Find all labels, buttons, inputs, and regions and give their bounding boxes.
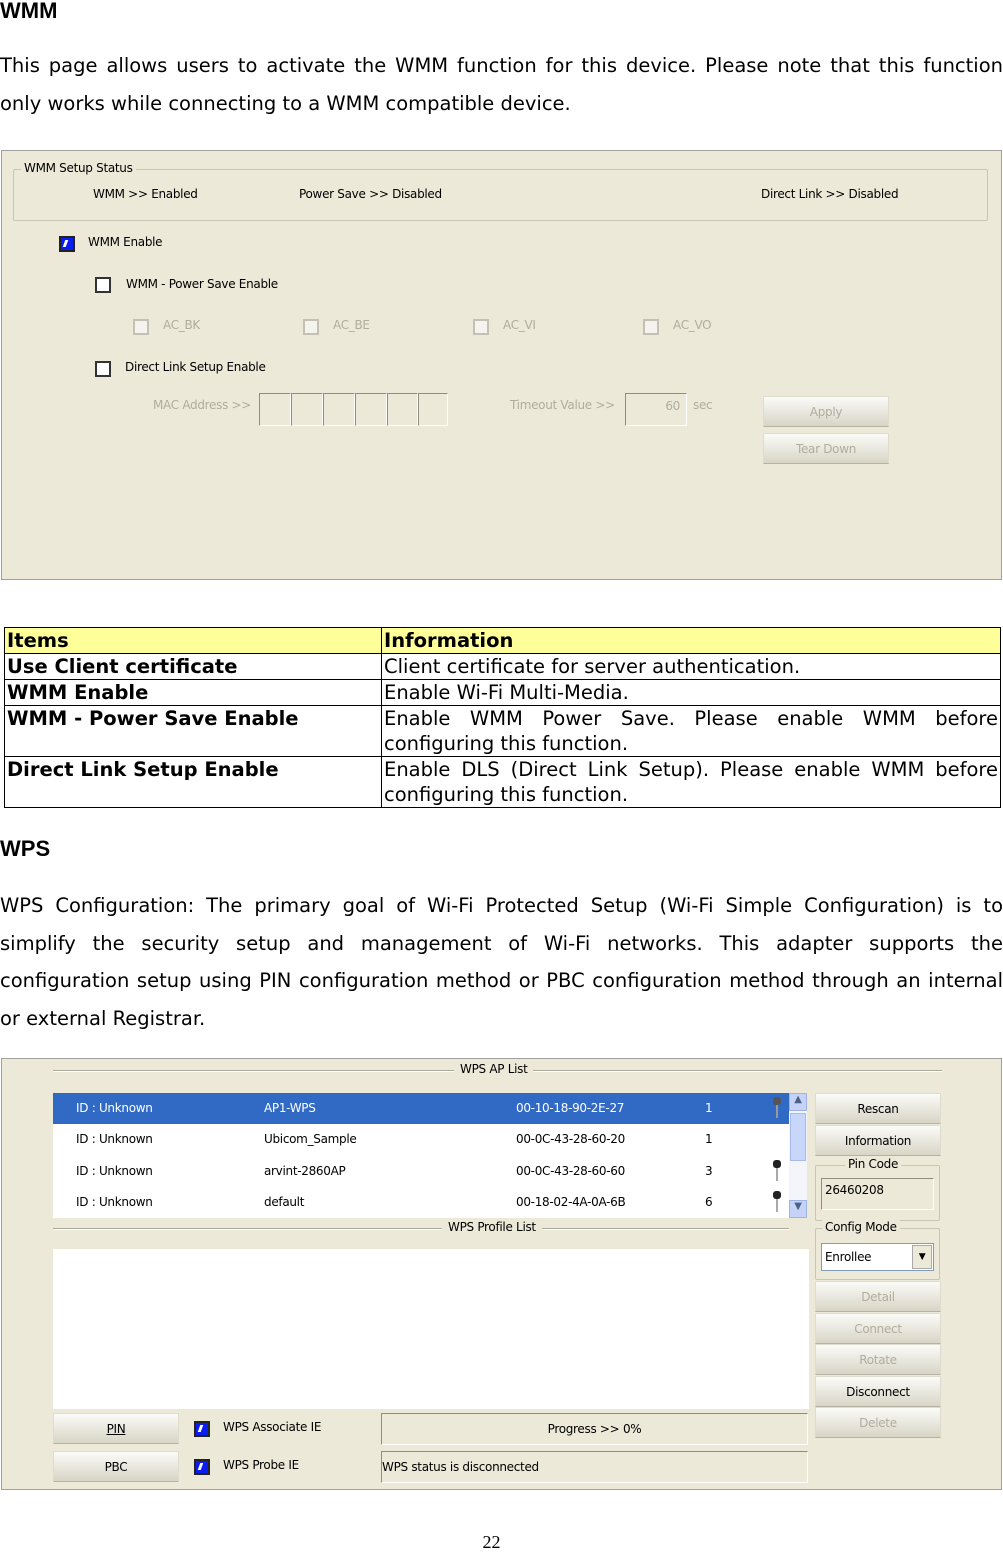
key-icon — [773, 1191, 781, 1212]
ap-list-legend: WPS AP List — [454, 1062, 534, 1076]
direct-link-enable-checkbox[interactable] — [95, 361, 111, 377]
mac-address-label: MAC Address >> — [153, 398, 252, 412]
pbc-button[interactable]: PBC — [53, 1451, 179, 1482]
key-icon — [773, 1160, 781, 1181]
profile-list[interactable] — [53, 1249, 809, 1409]
wmm-enable-checkbox[interactable] — [59, 236, 75, 252]
table-row: WMM - Power Save Enable Enable WMM Power … — [4, 705, 1001, 757]
item-cell: WMM Enable — [4, 679, 382, 706]
scroll-up-icon[interactable]: ▲ — [789, 1093, 807, 1111]
config-mode-legend: Config Mode — [822, 1220, 900, 1234]
config-mode-select[interactable]: Enrollee ▼ — [821, 1243, 934, 1271]
table-row: Direct Link Setup Enable Enable DLS (Dire… — [4, 756, 1001, 808]
key-icon — [773, 1097, 781, 1118]
timeout-input[interactable]: 60 — [625, 393, 687, 426]
ac-vo-label: AC_VO — [673, 318, 712, 332]
rotate-button[interactable]: Rotate — [815, 1344, 941, 1375]
ac-be-label: AC_BE — [333, 318, 370, 332]
info-cell: Enable WMM Power Save. Please enable WMM… — [381, 705, 1001, 757]
apply-button[interactable]: Apply — [763, 396, 889, 427]
power-save-enable-checkbox[interactable] — [95, 277, 111, 293]
config-mode-value: Enrollee — [825, 1250, 872, 1264]
ac-vo-checkbox[interactable] — [643, 319, 659, 335]
chevron-down-icon[interactable]: ▼ — [912, 1245, 932, 1269]
wps-intro: WPS Configuration: The primary goal of W… — [0, 894, 1003, 1030]
table-row: WMM Enable Enable Wi-Fi Multi-Media. — [4, 679, 1001, 706]
ap-list-row[interactable]: ID : Unknown AP1-WPS 00-10-18-90-2E-27 1 — [53, 1093, 789, 1124]
ap-list-row[interactable]: ID : Unknown arvint-2860AP 00-0C-43-28-60-… — [53, 1156, 789, 1187]
ap-list-row[interactable]: ID : Unknown default 00-18-02-4A-0A-6B 6 — [53, 1187, 789, 1218]
connect-button[interactable]: Connect — [815, 1313, 941, 1344]
pin-button[interactable]: PIN — [53, 1413, 179, 1444]
scroll-down-icon[interactable]: ▼ — [789, 1200, 807, 1218]
item-cell: WMM - Power Save Enable — [4, 705, 382, 757]
tear-down-button[interactable]: Tear Down — [763, 433, 889, 464]
info-cell: Enable DLS (Direct Link Setup). Please e… — [381, 756, 1001, 808]
mac-octet-input[interactable] — [259, 393, 291, 426]
item-cell: Direct Link Setup Enable — [4, 756, 382, 808]
item-cell: Use Client certificate — [4, 653, 382, 680]
scroll-thumb[interactable] — [790, 1113, 806, 1161]
mac-octet-input[interactable] — [418, 393, 448, 426]
information-button[interactable]: Information — [815, 1125, 941, 1156]
ac-be-checkbox[interactable] — [303, 319, 319, 335]
info-cell: Enable Wi-Fi Multi-Media. — [381, 679, 1001, 706]
delete-button[interactable]: Delete — [815, 1407, 941, 1438]
header-items: Items — [4, 627, 382, 654]
wmm-panel: WMM Setup Status WMM >> Enabled Power Sa… — [1, 150, 1002, 580]
status-direct-link: Direct Link >> Disabled — [761, 187, 899, 201]
ac-bk-label: AC_BK — [163, 318, 200, 332]
detail-button[interactable]: Detail — [815, 1281, 941, 1312]
wps-associate-ie-checkbox[interactable] — [194, 1421, 210, 1437]
table-header-row: Items Information — [4, 627, 1001, 654]
timeout-unit: sec — [693, 398, 713, 412]
status-power-save: Power Save >> Disabled — [299, 187, 442, 201]
mac-octet-input[interactable] — [387, 393, 418, 426]
ap-list: ID : Unknown AP1-WPS 00-10-18-90-2E-27 1 ID… — [53, 1093, 789, 1218]
wps-associate-ie-label: WPS Associate IE — [223, 1420, 322, 1434]
mac-octet-input[interactable] — [355, 393, 387, 426]
ap-list-row[interactable]: ID : Unknown Ubicom_Sample 00-0C-43-28-60-… — [53, 1124, 789, 1155]
ac-bk-checkbox[interactable] — [133, 319, 149, 335]
ac-vi-checkbox[interactable] — [473, 319, 489, 335]
pin-code-legend: Pin Code — [845, 1157, 902, 1171]
wmm-intro: This page allows users to activate the W… — [0, 54, 1003, 115]
wmm-enable-label: WMM Enable — [88, 235, 163, 249]
ac-vi-label: AC_VI — [503, 318, 536, 332]
pin-code-input[interactable]: 26460208 — [821, 1178, 934, 1210]
wps-panel: WPS AP List ID : Unknown AP1-WPS 00-10-18-… — [1, 1058, 1002, 1490]
direct-link-enable-label: Direct Link Setup Enable — [125, 360, 266, 374]
items-table: Items Information Use Client certificate C… — [4, 627, 1001, 808]
table-row: Use Client certificate Client certificate… — [4, 653, 1001, 680]
wps-probe-ie-checkbox[interactable] — [194, 1459, 210, 1475]
wmm-status-legend: WMM Setup Status — [21, 161, 136, 175]
progress-display: Progress >> 0% — [381, 1413, 808, 1445]
wps-status-display: WPS status is disconnected — [381, 1451, 808, 1483]
mac-octet-input[interactable] — [323, 393, 355, 426]
wmm-heading: WMM — [0, 0, 58, 23]
disconnect-button[interactable]: Disconnect — [815, 1376, 941, 1407]
mac-octet-input[interactable] — [291, 393, 323, 426]
timeout-label: Timeout Value >> — [510, 398, 615, 412]
wps-probe-ie-label: WPS Probe IE — [223, 1458, 299, 1472]
header-information: Information — [381, 627, 1001, 654]
profile-list-legend: WPS Profile List — [442, 1220, 542, 1234]
power-save-enable-label: WMM - Power Save Enable — [126, 277, 278, 291]
info-cell: Client certificate for server authentica… — [381, 653, 1001, 680]
rescan-button[interactable]: Rescan — [815, 1093, 941, 1124]
wps-heading: WPS — [0, 836, 51, 861]
status-wmm: WMM >> Enabled — [93, 187, 198, 201]
ap-list-scrollbar[interactable]: ▲ ▼ — [789, 1093, 807, 1218]
